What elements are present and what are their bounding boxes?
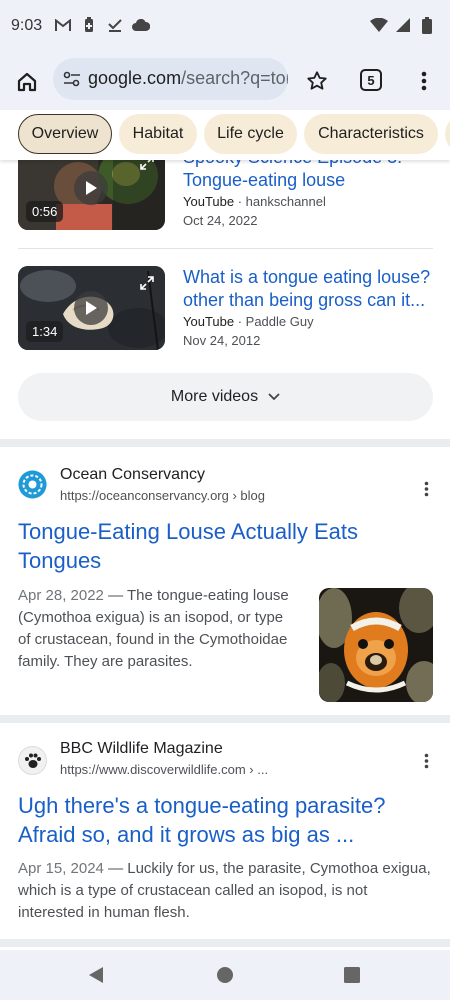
video-title-line2: Tongue-eating louse [183, 170, 346, 190]
result-title-line2: Afraid so, and it grows as big as ... [18, 822, 355, 847]
result-title[interactable]: Tongue-Eating Louse Actually Eats Tongue… [18, 517, 438, 575]
snippet-line2: (Cymothoa exigua) is an isopod, or type [18, 609, 284, 626]
clownfish-image [319, 588, 433, 702]
expand-icon [140, 160, 154, 170]
result-site-name[interactable]: BBC Wildlife Magazine [60, 740, 223, 758]
snippet-line2: which is a type of crustacean called an … [18, 882, 368, 899]
url-text: google.com/search?q=tongue+eating+louse [88, 68, 288, 89]
result-site-name[interactable]: Ocean Conservancy [60, 466, 205, 484]
site-settings-icon[interactable] [62, 69, 82, 89]
tab-switcher-icon[interactable]: 5 [360, 69, 382, 91]
battery-icon [418, 15, 436, 35]
result-url[interactable]: https://www.discoverwildlife.com › ... [60, 762, 268, 777]
url-path: /search?q=tongue+eating+louse [181, 68, 288, 88]
result-snippet: Apr 28, 2022 — The tongue-eating louse (… [18, 585, 308, 673]
back-icon[interactable] [84, 963, 108, 987]
result-title-line2: Tongues [18, 548, 102, 573]
result-title-line1: Tongue-Eating Louse Actually Eats [18, 519, 359, 544]
video-platform: YouTube [183, 194, 235, 209]
chip-overview[interactable]: Overview [18, 114, 112, 154]
home-circle-icon[interactable] [213, 963, 237, 987]
divider [18, 248, 433, 249]
more-videos-label: More videos [170, 388, 259, 405]
bookmark-button[interactable] [303, 67, 331, 95]
chevron-down-icon [268, 393, 280, 401]
ocean-conservancy-logo-icon [18, 470, 47, 499]
result-url-domain: https://www.discoverwildlife.com [60, 762, 246, 777]
url-domain: google.com [88, 68, 182, 88]
home-button[interactable] [12, 67, 42, 97]
home-icon [17, 72, 37, 92]
result-url-domain: https://oceanconservancy.org [60, 488, 229, 503]
result-date: Apr 15, 2024 [18, 860, 104, 877]
chip-more[interactable] [445, 114, 450, 154]
download-done-icon [106, 15, 124, 35]
result-menu-icon[interactable] [418, 751, 434, 771]
result-snippet: Apr 15, 2024 — Luckily for us, the paras… [18, 858, 438, 924]
video-title[interactable]: What is a tongue eating louse? other tha… [183, 266, 433, 312]
video-channel: Paddle Guy [245, 314, 314, 329]
video-channel: hankschannel [245, 194, 326, 209]
cloud-icon [132, 15, 150, 35]
search-results: 0:56 Spooky Science Episode 3: Tongue-ea… [0, 160, 450, 950]
recents-icon[interactable] [340, 963, 364, 987]
video-date: Nov 24, 2012 [183, 333, 261, 348]
result-date: Apr 28, 2022 [18, 587, 104, 604]
section-separator [0, 939, 450, 947]
star-icon [307, 71, 327, 90]
snippet-line3: interested in human flesh. [18, 904, 190, 921]
battery-saver-icon [80, 15, 98, 35]
video-date: Oct 24, 2022 [183, 213, 258, 228]
wifi-icon [370, 15, 388, 35]
expand-icon [140, 276, 154, 290]
snippet-line1: The tongue-eating louse [126, 587, 289, 604]
snippet-line3: of crustacean, found in the Cymothoidae [18, 631, 288, 648]
video-title-line2: other than being gross can it... [183, 290, 426, 310]
video-title-line1: What is a tongue eating louse? [183, 267, 431, 287]
play-icon [74, 171, 108, 205]
more-videos-button[interactable]: More videos [18, 373, 433, 421]
result-url[interactable]: https://oceanconservancy.org › blog [60, 488, 265, 503]
play-icon [74, 291, 108, 325]
search-result: BBC Wildlife Magazine https://www.discov… [0, 723, 450, 950]
paw-logo-icon [18, 746, 47, 775]
address-bar[interactable]: google.com/search?q=tongue+eating+louse [53, 58, 288, 100]
video-duration: 0:56 [26, 201, 64, 222]
video-result[interactable]: 0:56 Spooky Science Episode 3: Tongue-ea… [18, 160, 433, 230]
result-title[interactable]: Ugh there's a tongue-eating parasite? Af… [18, 791, 438, 849]
more-vert-icon[interactable] [414, 67, 434, 95]
result-url-path: › blog [228, 488, 265, 503]
chip-life-cycle[interactable]: Life cycle [204, 114, 297, 154]
signal-icon [394, 15, 412, 35]
result-title-line1: Ugh there's a tongue-eating parasite? [18, 793, 386, 818]
result-menu-icon[interactable] [418, 479, 434, 499]
video-result[interactable]: 1:34 What is a tongue eating louse? othe… [18, 266, 433, 350]
search-result: Ocean Conservancy https://oceanconservan… [0, 447, 450, 715]
video-thumbnail[interactable]: 0:56 [18, 160, 165, 230]
section-separator [0, 715, 450, 723]
snippet-line4: family. They are parasites. [18, 653, 193, 670]
chip-characteristics[interactable]: Characteristics [304, 114, 438, 154]
video-title-line1: Spooky Science Episode 3: [183, 160, 433, 169]
result-thumbnail[interactable] [319, 588, 433, 702]
video-title[interactable]: Spooky Science Episode 3: Tongue-eating … [183, 160, 433, 192]
status-bar: 9:03 [0, 0, 450, 55]
snippet-line1: Luckily for us, the parasite, Cymothoa e… [127, 860, 431, 877]
result-url-path: › ... [245, 762, 269, 777]
video-source: YouTube · hankschannel [183, 194, 326, 209]
system-nav-bar [0, 950, 450, 1000]
video-source: YouTube · Paddle Guy [183, 314, 314, 329]
status-time: 9:03 [11, 17, 43, 34]
section-separator [0, 439, 450, 447]
video-duration: 1:34 [26, 321, 64, 342]
gmail-icon [54, 15, 72, 35]
chip-habitat[interactable]: Habitat [119, 114, 197, 154]
topic-chips-bar: Overview Habitat Life cycle Characterist… [0, 110, 450, 160]
video-platform: YouTube [183, 314, 235, 329]
video-thumbnail[interactable]: 1:34 [18, 266, 165, 350]
browser-toolbar: google.com/search?q=tongue+eating+louse … [0, 55, 450, 110]
